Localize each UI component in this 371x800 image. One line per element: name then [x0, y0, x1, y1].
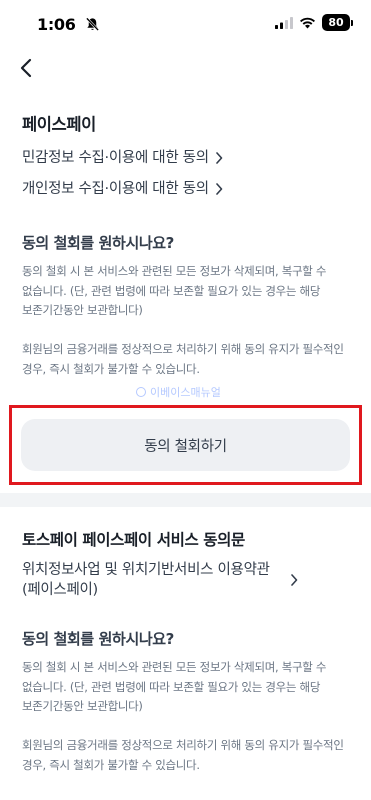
location-terms-line1: 위치정보사업 및 위치기반서비스 이용약관	[22, 562, 270, 578]
highlight-frame: 동의 철회하기	[9, 405, 362, 485]
status-icons: 80	[275, 14, 353, 31]
withdraw-question-2: 동의 철회를 원하시나요?	[22, 630, 174, 648]
facepay-title: 페이스페이	[22, 115, 96, 134]
chevron-left-icon	[20, 58, 32, 78]
back-button[interactable]	[12, 54, 40, 82]
status-time: 1:06	[37, 15, 76, 34]
location-terms-label: 위치정보사업 및 위치기반서비스 이용약관 (페이스페이)	[22, 560, 270, 600]
chevron-right-icon	[215, 183, 223, 195]
bell-off-icon	[85, 17, 100, 31]
withdraw-consent-button[interactable]: 동의 철회하기	[21, 419, 350, 471]
nav-bar	[0, 50, 371, 90]
bottom-fade	[0, 776, 371, 800]
chevron-right-icon	[215, 152, 223, 164]
wifi-icon	[300, 17, 315, 28]
section-divider	[0, 493, 371, 507]
battery-tip	[351, 19, 353, 26]
signal-icon	[275, 16, 293, 29]
battery-icon: 80	[322, 14, 350, 31]
watermark-logo-icon	[136, 387, 146, 397]
watermark: 이베이스매뉴얼	[136, 384, 221, 400]
withdraw-notice-paragraph-2: 동의 철회 시 본 서비스와 관련된 모든 정보가 삭제되며, 복구할 수 없습…	[22, 660, 327, 713]
withdraw-question: 동의 철회를 원하시나요?	[22, 234, 174, 252]
sensitive-info-consent-label: 민감정보 수집·이용에 대한 동의	[22, 150, 209, 166]
personal-info-consent-label: 개인정보 수집·이용에 대한 동의	[22, 181, 209, 197]
personal-info-consent-link[interactable]: 개인정보 수집·이용에 대한 동의	[22, 179, 223, 199]
watermark-text: 이베이스매뉴얼	[150, 386, 221, 399]
financial-notice-paragraph-2: 회원님의 금융거래를 정상적으로 처리하기 위해 동의 유지가 필수적인 경우,…	[22, 738, 344, 772]
status-bar: 1:06 80	[0, 0, 371, 50]
tosspay-section-title: 토스페이 페이스페이 서비스 동의문	[22, 531, 245, 549]
sensitive-info-consent-link[interactable]: 민감정보 수집·이용에 대한 동의	[22, 148, 223, 168]
chevron-right-icon	[290, 574, 297, 586]
financial-notice-paragraph: 회원님의 금융거래를 정상적으로 처리하기 위해 동의 유지가 필수적인 경우,…	[22, 342, 344, 376]
withdraw-notice-paragraph: 동의 철회 시 본 서비스와 관련된 모든 정보가 삭제되며, 복구할 수 없습…	[22, 264, 327, 317]
location-terms-line2: (페이스페이)	[22, 582, 98, 598]
location-terms-link[interactable]: 위치정보사업 및 위치기반서비스 이용약관 (페이스페이)	[22, 560, 298, 600]
